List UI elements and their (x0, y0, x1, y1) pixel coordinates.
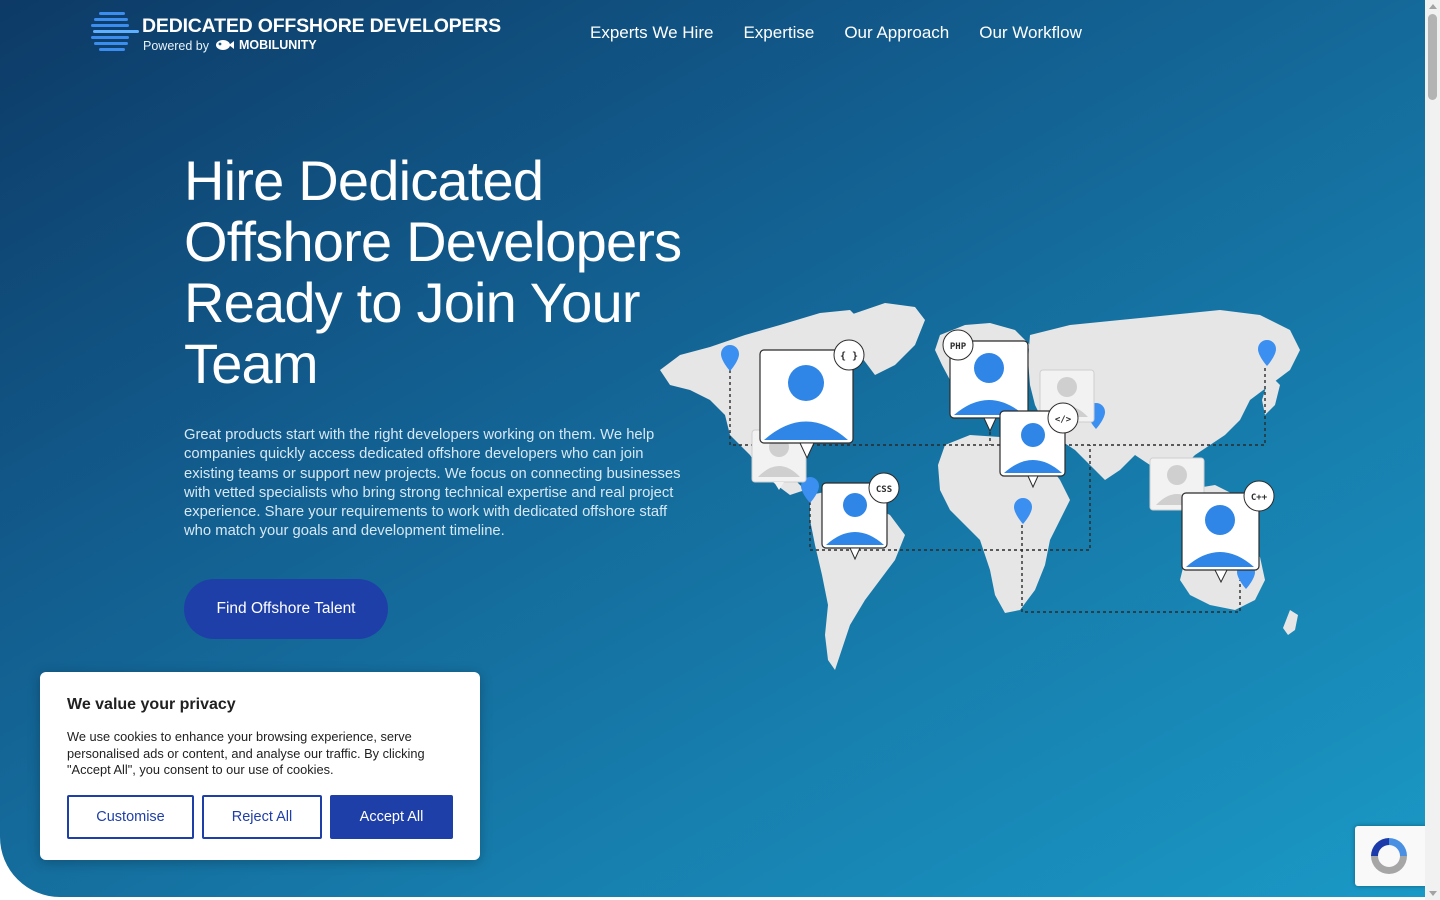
badge-braces: { } (840, 351, 858, 362)
recaptcha-badge[interactable] (1355, 826, 1427, 886)
scroll-up-arrow-icon[interactable] (1429, 4, 1437, 9)
logo-title: DEDICATED OFFSHORE DEVELOPERS (142, 15, 501, 37)
logo-mark-icon (91, 12, 139, 51)
badge-code: </> (1055, 415, 1072, 425)
hero-description: Great products start with the right deve… (184, 427, 681, 540)
badge-css: CSS (876, 485, 892, 495)
find-offshore-talent-button[interactable]: Find Offshore Talent (184, 579, 388, 639)
site-logo[interactable]: DEDICATED OFFSHORE DEVELOPERS TM Powered… (91, 10, 501, 54)
reject-all-button[interactable]: Reject All (202, 795, 322, 839)
nav-expertise[interactable]: Expertise (743, 23, 814, 43)
nav-our-workflow[interactable]: Our Workflow (979, 23, 1082, 43)
page-scrollbar[interactable] (1425, 0, 1440, 900)
badge-cpp: C++ (1251, 493, 1268, 503)
world-map-illustration: { } PHP </> CSS C++ (660, 303, 1300, 670)
scroll-thumb[interactable] (1428, 14, 1437, 100)
badge-php: PHP (950, 342, 967, 352)
main-nav: Experts We Hire Expertise Our Approach O… (590, 23, 1082, 43)
scroll-down-arrow-icon[interactable] (1429, 891, 1437, 896)
powered-by-label: Powered by (143, 39, 210, 53)
recaptcha-icon (1371, 838, 1407, 874)
nav-experts-we-hire[interactable]: Experts We Hire (590, 23, 713, 43)
mobilunity-logo-icon (216, 40, 234, 50)
mobilunity-brand: MOBILUNITY (215, 38, 317, 52)
accept-all-button[interactable]: Accept All (330, 795, 453, 839)
nav-our-approach[interactable]: Our Approach (844, 23, 949, 43)
logo-trademark: TM (473, 20, 479, 28)
customise-button[interactable]: Customise (67, 795, 194, 839)
profile-card-north-america: { } (759, 339, 865, 460)
cookie-consent-banner: We value your privacy We use cookies to … (40, 672, 480, 860)
profile-card-middle-east: </> (999, 402, 1079, 489)
cookie-title: We value your privacy (67, 696, 236, 713)
mobilunity-label: MOBILUNITY (239, 38, 317, 52)
cookie-text: We use cookies to enhance your browsing … (67, 729, 425, 777)
